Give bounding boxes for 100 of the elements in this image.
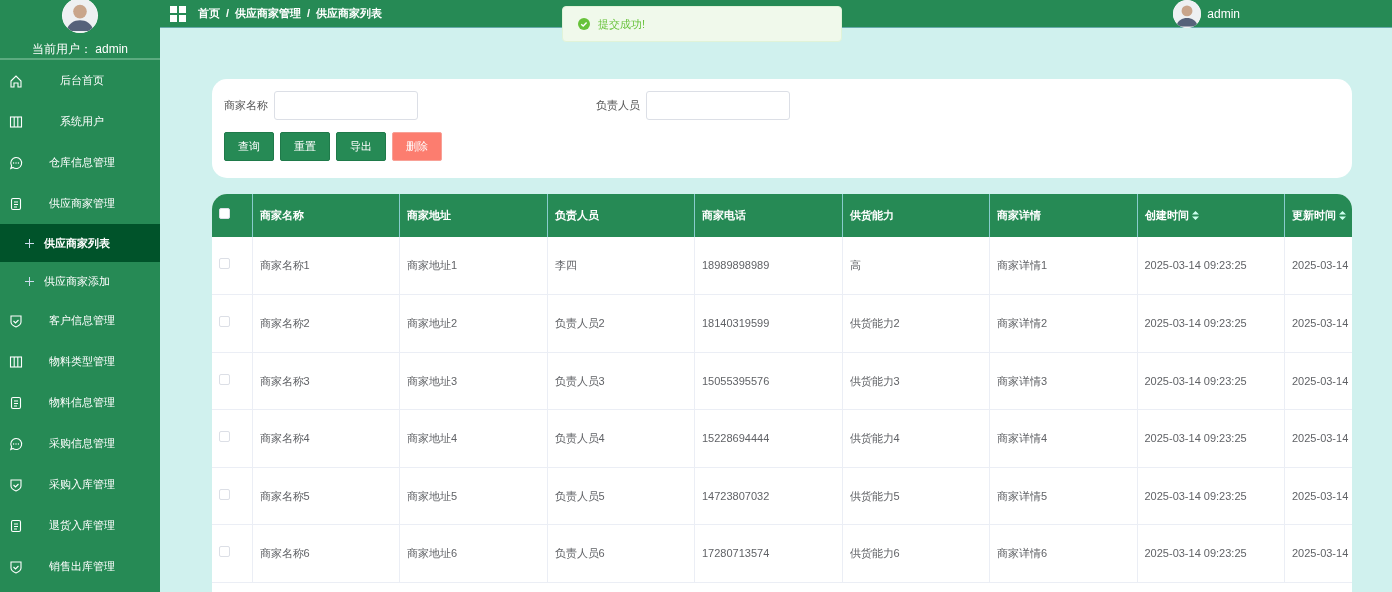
sidebar-item[interactable]: 采购信息管理 bbox=[0, 423, 160, 464]
toast-message: 提交成功! bbox=[562, 6, 842, 42]
table-cell: 商家地址5 bbox=[407, 489, 458, 502]
sidebar-item[interactable]: 后台首页 bbox=[0, 60, 160, 101]
avatar-icon bbox=[1173, 0, 1202, 28]
action-button[interactable]: 重置 bbox=[280, 132, 330, 161]
shield-check-icon bbox=[9, 559, 23, 574]
select-all-checkbox[interactable] bbox=[219, 208, 230, 220]
shield-check-icon bbox=[9, 477, 23, 492]
table-cell: 商家名称2 bbox=[259, 317, 310, 329]
action-button[interactable]: 导出 bbox=[336, 132, 386, 161]
sidebar-item[interactable]: 采购入库管理 bbox=[0, 464, 160, 505]
chat-icon bbox=[9, 436, 23, 451]
table-cell: 2025-03-14 bbox=[1292, 317, 1349, 329]
table-cell: 供货能力3 bbox=[849, 374, 900, 387]
table-cell: 商家地址1 bbox=[407, 259, 458, 272]
column-header: 商家名称 bbox=[259, 208, 304, 224]
table-cell: 商家名称4 bbox=[259, 432, 310, 444]
current-user-label: 当前用户： admin bbox=[32, 41, 128, 58]
table-cell: 商家详情3 bbox=[997, 374, 1048, 387]
sidebar-item[interactable]: 系统用户 bbox=[0, 101, 160, 142]
column-header[interactable]: 创建时间 bbox=[1144, 207, 1189, 224]
sidebar-item[interactable]: 退货入库管理 bbox=[0, 505, 160, 546]
table-cell: 15228694444 bbox=[702, 432, 770, 444]
table-cell: 商家详情6 bbox=[997, 547, 1048, 559]
table-cell: 2025-03-14 bbox=[1292, 489, 1349, 502]
table-cell: 负责人员3 bbox=[554, 374, 605, 387]
plus-icon bbox=[25, 238, 34, 248]
table-cell: 2025-03-14 09:23:25 bbox=[1144, 432, 1247, 444]
table-cell: 商家名称6 bbox=[259, 547, 310, 559]
action-button[interactable]: 查询 bbox=[224, 132, 274, 161]
table-cell: 2025-03-14 09:23:25 bbox=[1144, 259, 1247, 272]
row-checkbox[interactable] bbox=[219, 431, 230, 442]
document-icon bbox=[9, 395, 23, 410]
chat-icon bbox=[9, 155, 23, 170]
table-cell: 商家详情1 bbox=[997, 259, 1048, 272]
table-cell: 负责人员5 bbox=[554, 489, 605, 502]
row-checkbox[interactable] bbox=[219, 546, 230, 557]
columns-icon bbox=[9, 114, 23, 129]
submenu-item[interactable]: 供应商家添加 bbox=[0, 262, 160, 300]
row-checkbox[interactable] bbox=[219, 316, 230, 327]
grid-icon[interactable] bbox=[170, 5, 186, 22]
table-cell: 2025-03-14 bbox=[1292, 259, 1349, 272]
success-icon bbox=[578, 18, 590, 30]
table-cell: 15055395576 bbox=[702, 374, 770, 387]
submenu-item[interactable]: 供应商家列表 bbox=[0, 224, 160, 262]
table-cell: 商家地址3 bbox=[407, 374, 458, 387]
shield-check-icon bbox=[9, 313, 23, 328]
column-header: 商家详情 bbox=[997, 208, 1041, 224]
table-cell: 商家地址4 bbox=[407, 432, 458, 444]
table-cell: 商家详情5 bbox=[997, 489, 1048, 502]
table-cell: 2025-03-14 bbox=[1292, 432, 1349, 444]
row-checkbox[interactable] bbox=[219, 258, 230, 270]
input-field[interactable] bbox=[274, 91, 418, 120]
table-cell: 李四 bbox=[554, 259, 577, 272]
sidebar-item[interactable]: 供应商家管理 bbox=[0, 183, 160, 224]
breadcrumb-item[interactable]: 首页 bbox=[198, 5, 220, 22]
table-cell: 负责人员4 bbox=[554, 432, 605, 444]
sidebar-item[interactable]: 销售出库管理 bbox=[0, 546, 160, 587]
row-checkbox[interactable] bbox=[219, 373, 230, 385]
document-icon bbox=[9, 196, 23, 211]
document-icon bbox=[9, 518, 23, 533]
table-cell: 供货能力6 bbox=[849, 547, 900, 559]
username: admin bbox=[1207, 5, 1240, 23]
sidebar-item[interactable]: 物料类型管理 bbox=[0, 341, 160, 382]
plus-icon bbox=[25, 276, 34, 286]
table-cell: 商家名称5 bbox=[259, 489, 310, 502]
sidebar-item[interactable]: 物料信息管理 bbox=[0, 382, 160, 423]
table-cell: 2025-03-14 09:23:25 bbox=[1144, 489, 1247, 502]
table-cell: 17280713574 bbox=[702, 547, 770, 559]
table-cell: 18989898989 bbox=[702, 259, 770, 272]
table-cell: 高 bbox=[849, 259, 861, 272]
column-header: 负责人员 bbox=[554, 208, 599, 224]
table-cell: 2025-03-14 09:23:25 bbox=[1144, 317, 1247, 329]
breadcrumb-item: 供应商家列表 bbox=[316, 6, 383, 22]
table-cell: 商家地址2 bbox=[407, 317, 458, 329]
header-cell[interactable]: 更新时间 bbox=[1284, 194, 1352, 237]
column-header: 商家电话 bbox=[702, 208, 746, 224]
home-icon bbox=[9, 73, 23, 88]
table-cell: 14723807032 bbox=[702, 489, 770, 502]
table-cell: 商家地址6 bbox=[407, 547, 458, 559]
columns-icon bbox=[9, 354, 23, 369]
table-cell: 负责人员2 bbox=[554, 317, 605, 329]
sidebar-item[interactable]: 仓库信息管理 bbox=[0, 142, 160, 183]
column-header: 商家地址 bbox=[407, 208, 451, 224]
table-cell: 商家名称3 bbox=[259, 374, 310, 387]
sort-icon[interactable] bbox=[1339, 211, 1346, 220]
table-cell: 负责人员6 bbox=[554, 547, 605, 559]
input-field[interactable] bbox=[646, 91, 790, 120]
sidebar-item[interactable]: 客户信息管理 bbox=[0, 300, 160, 341]
delete-button[interactable]: 删除 bbox=[392, 132, 442, 161]
column-header[interactable]: 更新时间 bbox=[1292, 207, 1336, 224]
row-checkbox[interactable] bbox=[219, 488, 230, 500]
sort-icon[interactable] bbox=[1191, 211, 1199, 220]
table-cell: 商家详情4 bbox=[997, 432, 1048, 444]
breadcrumb-item[interactable]: 供应商家管理 bbox=[235, 5, 302, 22]
table-cell: 供货能力4 bbox=[849, 432, 900, 444]
header-cell[interactable]: 创建时间 bbox=[1137, 194, 1285, 237]
table-cell: 2025-03-14 09:23:25 bbox=[1144, 547, 1247, 559]
avatar-icon bbox=[62, 0, 98, 33]
